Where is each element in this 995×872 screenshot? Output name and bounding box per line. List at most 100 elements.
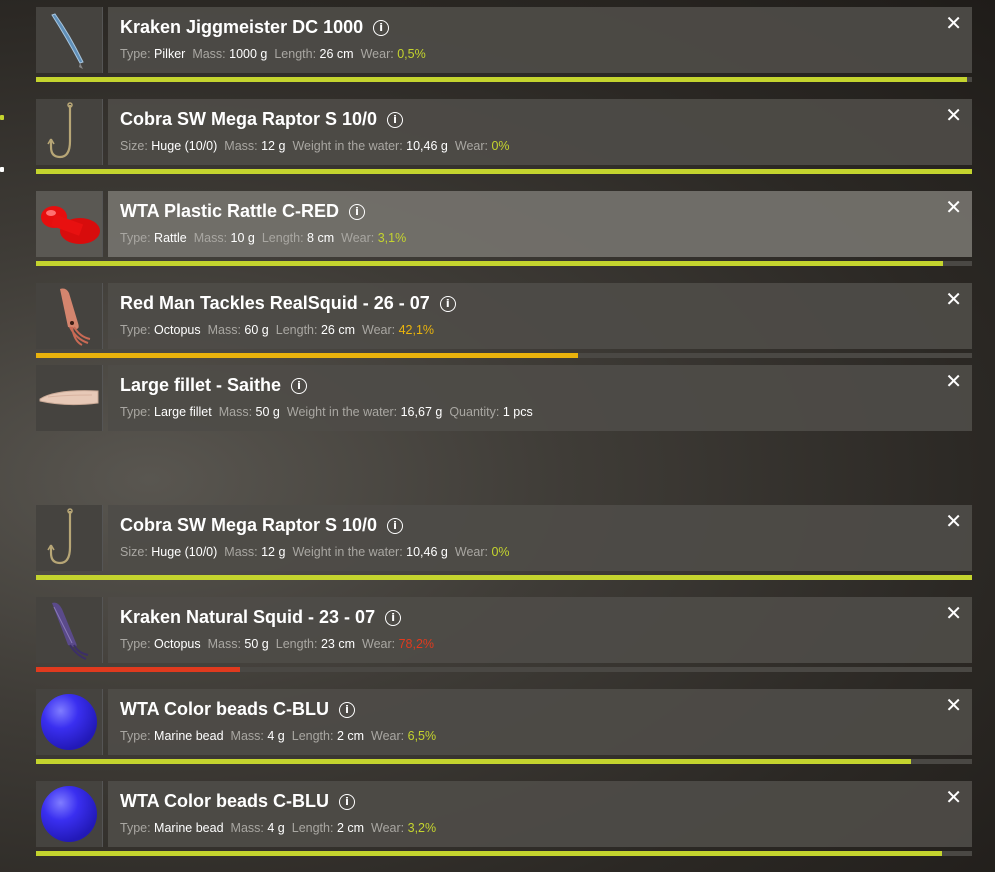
stat-label: Type: <box>120 821 155 835</box>
stat-value: 50 g <box>244 637 269 651</box>
info-icon[interactable]: i <box>387 517 404 534</box>
item-details-panel: Kraken Natural Squid - 23 - 07 i Type: Oct… <box>108 597 972 663</box>
stat-value: 60 g <box>244 323 269 337</box>
remove-item-close-icon[interactable]: ✕ <box>945 695 962 715</box>
stat-value: 1000 g <box>229 47 268 61</box>
remove-item-close-icon[interactable]: ✕ <box>945 603 962 623</box>
stat-label: Type: <box>120 323 155 337</box>
durability-bar <box>36 575 972 580</box>
stat-value: 10 g <box>230 231 255 245</box>
hook-icon <box>36 505 103 571</box>
equipment-row[interactable]: Red Man Tackles RealSquid - 26 - 07 i Type… <box>36 283 972 358</box>
stat-value: 4 g <box>267 821 285 835</box>
wear-label: Wear: <box>362 637 399 651</box>
stat-value: Marine bead <box>154 729 224 743</box>
wear-value: 0% <box>491 545 510 559</box>
equipment-row[interactable]: Kraken Natural Squid - 23 - 07 i Type: Oct… <box>36 597 972 672</box>
item-title: Kraken Jiggmeister DC 1000 i <box>120 17 390 38</box>
wear-label: Wear: <box>341 231 378 245</box>
stat-label: Length: <box>261 231 308 245</box>
remove-item-close-icon[interactable]: ✕ <box>945 105 962 125</box>
equipment-row[interactable]: WTA Color beads C-BLU i Type: Marine bead M… <box>36 689 972 764</box>
info-icon[interactable]: i <box>291 377 308 394</box>
equipment-row[interactable]: Kraken Jiggmeister DC 1000 i Type: Pilker M… <box>36 7 972 82</box>
item-title: Red Man Tackles RealSquid - 26 - 07 i <box>120 293 456 314</box>
stat-label: Mass: <box>207 323 245 337</box>
item-title: WTA Color beads C-BLU i <box>120 699 355 720</box>
durability-bar <box>36 851 972 856</box>
wear-label: Wear: <box>360 47 398 61</box>
item-stats: Type: Octopus Mass: 50 g Length: 23 cm Wear… <box>120 637 434 651</box>
info-icon[interactable]: i <box>339 793 355 810</box>
rattle-icon <box>36 191 103 257</box>
item-details-panel: WTA Color beads C-BLU i Type: Marine bead M… <box>108 689 972 755</box>
info-icon[interactable]: i <box>385 609 402 626</box>
stat-label: Quantity: <box>449 405 503 419</box>
item-name: Red Man Tackles RealSquid - 26 - 07 <box>120 293 430 313</box>
item-title: Cobra SW Mega Raptor S 10/0 i <box>120 515 404 536</box>
stat-label: Mass: <box>224 139 262 153</box>
info-icon[interactable]: i <box>339 701 355 718</box>
item-details-panel: Cobra SW Mega Raptor S 10/0 i Size: Huge (… <box>108 99 972 165</box>
durability-bar <box>36 759 972 764</box>
natural-squid-icon <box>36 597 103 663</box>
durability-bar <box>36 667 972 672</box>
equipment-row[interactable]: WTA Color beads C-BLU i Type: Marine bead M… <box>36 781 972 856</box>
stat-value: 10,46 g <box>406 139 448 153</box>
remove-item-close-icon[interactable]: ✕ <box>945 511 962 531</box>
stat-label: Mass: <box>218 405 256 419</box>
equipment-row[interactable]: Cobra SW Mega Raptor S 10/0 i Size: Huge (… <box>36 505 972 580</box>
item-stats: Size: Huge (10/0) Mass: 12 g Weight in the… <box>120 139 510 153</box>
item-details-panel: Kraken Jiggmeister DC 1000 i Type: Pilker M… <box>108 7 972 73</box>
durability-bar-fill <box>36 851 943 856</box>
stat-value: Octopus <box>154 323 201 337</box>
item-name: Kraken Jiggmeister DC 1000 <box>120 17 364 37</box>
edge-indicator-lime <box>0 115 4 120</box>
durability-bar <box>36 261 972 266</box>
hook-icon <box>36 99 103 165</box>
remove-item-close-icon[interactable]: ✕ <box>945 787 962 807</box>
stat-value: Rattle <box>154 231 187 245</box>
wear-label: Wear: <box>371 821 408 835</box>
item-name: WTA Color beads C-BLU <box>120 699 329 719</box>
equipment-row[interactable]: Cobra SW Mega Raptor S 10/0 i Size: Huge (… <box>36 99 972 174</box>
info-icon[interactable]: i <box>387 111 404 128</box>
equipment-row[interactable]: Large fillet - Saithe i Type: Large fillet… <box>36 365 972 431</box>
durability-bar <box>36 169 972 174</box>
remove-item-close-icon[interactable]: ✕ <box>945 13 962 33</box>
stat-value: 8 cm <box>307 231 335 245</box>
item-stats: Size: Huge (10/0) Mass: 12 g Weight in the… <box>120 545 510 559</box>
item-name: WTA Plastic Rattle C-RED <box>120 201 340 221</box>
info-icon[interactable]: i <box>373 19 390 36</box>
equipment-row[interactable]: WTA Plastic Rattle C-RED i Type: Rattle Mas… <box>36 191 972 266</box>
stat-label: Length: <box>291 729 337 743</box>
blue-bead-icon <box>36 781 103 847</box>
item-stats: Type: Marine bead Mass: 4 g Length: 2 cm We… <box>120 821 436 835</box>
item-stats: Type: Octopus Mass: 60 g Length: 26 cm Wear… <box>120 323 434 337</box>
item-stats: Type: Large fillet Mass: 50 g Weight in th… <box>120 405 540 419</box>
item-stats: Type: Rattle Mass: 10 g Length: 8 cm Wear: … <box>120 231 406 245</box>
edge-indicator-white <box>0 167 4 172</box>
durability-bar <box>36 77 972 82</box>
info-icon[interactable]: i <box>349 203 366 220</box>
stat-label: Length: <box>275 637 321 651</box>
item-title: Kraken Natural Squid - 23 - 07 i <box>120 607 402 628</box>
stat-label: Weight in the water: <box>286 405 401 419</box>
squid-lure-icon <box>36 283 103 349</box>
remove-item-close-icon[interactable]: ✕ <box>945 289 962 309</box>
stat-label: Type: <box>120 231 155 245</box>
stat-label: Length: <box>275 323 321 337</box>
stat-label: Weight in the water: <box>292 545 407 559</box>
info-icon[interactable]: i <box>439 295 456 312</box>
remove-item-close-icon[interactable]: ✕ <box>945 197 962 217</box>
wear-label: Wear: <box>454 545 492 559</box>
stat-value: 1 pcs <box>502 405 533 419</box>
remove-item-close-icon[interactable]: ✕ <box>945 371 962 391</box>
wear-value: 42,1% <box>398 323 435 337</box>
item-title: WTA Color beads C-BLU i <box>120 791 355 812</box>
stat-value: 4 g <box>267 729 285 743</box>
stat-label: Type: <box>120 637 155 651</box>
item-name: Cobra SW Mega Raptor S 10/0 <box>120 515 378 535</box>
stat-value: Large fillet <box>154 405 212 419</box>
wear-value: 0,5% <box>397 47 426 61</box>
